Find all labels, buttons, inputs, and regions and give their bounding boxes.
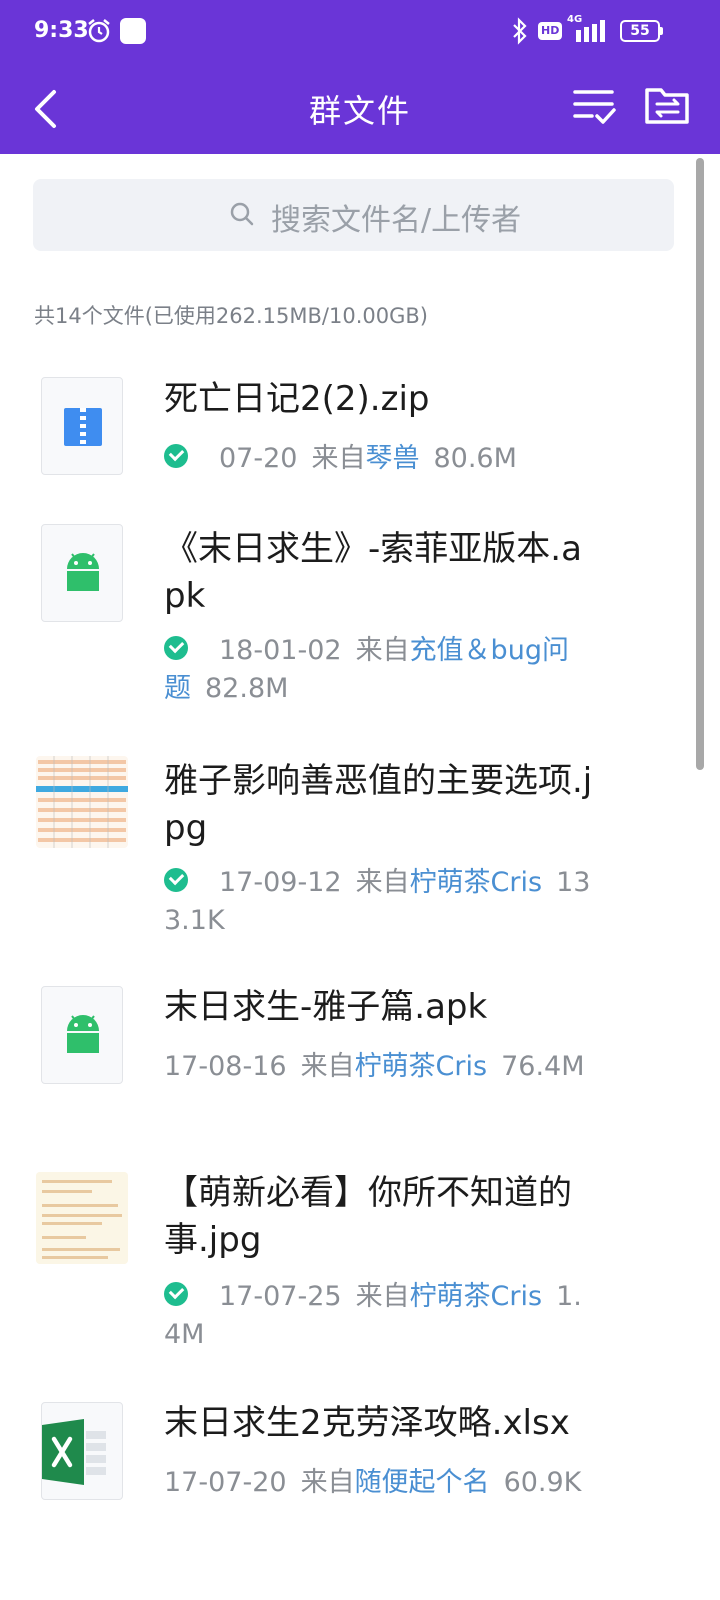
downloaded-check-icon xyxy=(164,868,188,892)
image-thumbnail xyxy=(36,1172,128,1264)
file-name: 死亡日记2(2).zip xyxy=(164,379,430,419)
multi-select-icon[interactable] xyxy=(570,82,618,130)
uploader-link[interactable]: 琴兽 xyxy=(365,443,419,474)
file-name: 雅子影响善恶值的主要选项.jpg xyxy=(164,761,593,848)
android-icon xyxy=(41,524,123,622)
battery-tip xyxy=(660,27,663,35)
file-item[interactable]: 雅子影响善恶值的主要选项.jpg 17-09-12 来自柠萌茶Cris 133.1K xyxy=(0,752,700,942)
file-meta: 07-20 来自琴兽 80.6M xyxy=(164,440,594,478)
file-name: 末日求生-雅子篇.apk xyxy=(164,987,488,1027)
status-bar: 9:33 HD 4G 55 xyxy=(0,0,720,66)
file-item[interactable]: 《末日求生》-索菲亚版本.apk 18-01-02 来自充值＆bug问题 82.8M xyxy=(0,520,700,710)
file-meta: 17-08-16 来自柠萌茶Cris 76.4M xyxy=(164,1051,585,1082)
uploader-link[interactable]: 柠萌茶Cris xyxy=(410,1281,543,1312)
folder-transfer-icon[interactable] xyxy=(642,82,692,130)
excel-icon xyxy=(41,1402,123,1500)
battery-icon: 55 xyxy=(620,20,660,42)
file-name: 【萌新必看】你所不知道的事.jpg xyxy=(164,1173,572,1260)
downloaded-check-icon xyxy=(164,1282,188,1306)
app-notification-icon xyxy=(120,18,146,44)
search-icon xyxy=(230,202,254,226)
image-thumbnail xyxy=(36,756,128,848)
file-item[interactable]: 死亡日记2(2).zip 07-20 来自琴兽 80.6M xyxy=(0,370,700,490)
search-input[interactable]: 搜索文件名/上传者 xyxy=(33,179,674,251)
downloaded-check-icon xyxy=(164,444,188,468)
bluetooth-icon xyxy=(513,17,527,45)
file-item[interactable]: 末日求生-雅子篇.apk 17-08-16 来自柠萌茶Cris 76.4M xyxy=(0,982,700,1122)
file-count-summary: 共14个文件(已使用262.15MB/10.00GB) xyxy=(34,304,428,328)
status-time: 9:33 xyxy=(34,18,89,43)
search-placeholder: 搜索文件名/上传者 xyxy=(271,203,522,238)
uploader-link[interactable]: 柠萌茶Cris xyxy=(355,1051,488,1082)
file-meta: 18-01-02 来自充值＆bug问题 82.8M xyxy=(164,635,569,704)
file-meta: 17-07-20 来自随便起个名 60.9K xyxy=(164,1467,582,1498)
file-meta: 17-07-25 来自柠萌茶Cris 1.4M xyxy=(164,1281,582,1350)
signal-icon xyxy=(576,20,605,42)
file-item[interactable]: 末日求生2克劳泽攻略.xlsx 17-07-20 来自随便起个名 60.9K xyxy=(0,1398,700,1558)
title-bar: 群文件 xyxy=(0,66,720,154)
file-item[interactable]: 【萌新必看】你所不知道的事.jpg 17-07-25 来自柠萌茶Cris 1.4M xyxy=(0,1168,700,1358)
file-meta: 17-09-12 来自柠萌茶Cris 133.1K xyxy=(164,867,591,936)
android-icon xyxy=(41,986,123,1084)
zip-icon xyxy=(41,377,123,475)
downloaded-check-icon xyxy=(164,636,188,660)
file-name: 《末日求生》-索菲亚版本.apk xyxy=(164,529,582,616)
file-name: 末日求生2克劳泽攻略.xlsx xyxy=(164,1403,570,1443)
hd-badge: HD xyxy=(538,22,563,40)
alarm-clock-icon xyxy=(88,19,110,43)
uploader-link[interactable]: 随便起个名 xyxy=(355,1467,490,1498)
uploader-link[interactable]: 柠萌茶Cris xyxy=(410,867,543,898)
